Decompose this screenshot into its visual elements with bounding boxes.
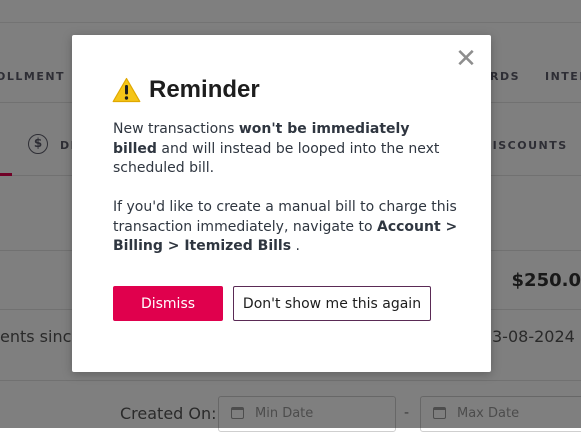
close-icon[interactable]: ✕ (454, 46, 478, 72)
dont-show-again-button[interactable]: Don't show me this again (233, 286, 431, 321)
reminder-paragraph-1: New transactions won't be immediately bi… (113, 120, 458, 179)
reminder-modal: ✕ Reminder New transactions won't be imm… (72, 35, 491, 372)
paragraph-1-post: and will instead be looped into the next… (113, 140, 440, 177)
reminder-paragraph-2: If you'd like to create a manual bill to… (113, 198, 458, 257)
paragraph-1-pre: New transactions (113, 121, 239, 137)
warning-icon (112, 77, 141, 103)
dismiss-button[interactable]: Dismiss (113, 286, 223, 321)
paragraph-2-post: . (291, 238, 300, 254)
modal-title: Reminder (149, 76, 260, 103)
modal-header: Reminder (112, 75, 260, 105)
